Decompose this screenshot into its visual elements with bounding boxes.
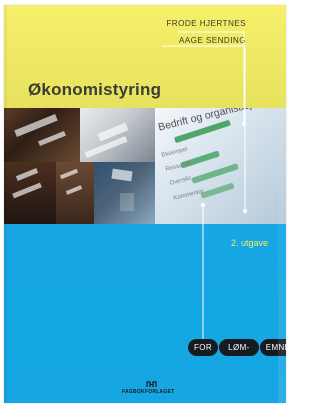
publisher-logo-icon — [146, 381, 158, 388]
courtroom-photo — [4, 108, 80, 162]
author-list: FRODE HJERTNES AAGE SENDING — [166, 18, 246, 47]
badge-segment: LØM- — [219, 339, 259, 356]
author-name: AAGE SENDING — [178, 36, 246, 45]
library-photo — [56, 162, 94, 224]
cover-edge — [278, 5, 286, 403]
photo-highlight — [120, 193, 134, 211]
book-cover-page: FRODE HJERTNES AAGE SENDING Økonomistyri… — [0, 0, 290, 407]
cover-blue-band — [4, 224, 286, 403]
photo-highlight — [38, 130, 66, 147]
photo-highlight — [84, 135, 128, 159]
photo-highlight — [65, 185, 83, 195]
cover-edge — [4, 5, 7, 403]
photo-highlight — [14, 114, 58, 137]
book-cover: FRODE HJERTNES AAGE SENDING Økonomistyri… — [4, 5, 286, 403]
book-title: Økonomistyring — [28, 80, 162, 99]
document-screen-photo: Bedrift og organisasjon Eksempel Ressurs… — [155, 108, 286, 224]
author-name: FRODE HJERTNES — [166, 19, 246, 28]
document-bar — [191, 163, 239, 184]
edition-label: 2. utgave — [230, 238, 268, 248]
photo-highlight — [15, 168, 39, 181]
scales-photo — [4, 162, 56, 224]
photo-highlight — [59, 168, 79, 180]
photo-highlight — [111, 168, 133, 182]
photo-highlight — [12, 182, 42, 199]
course-badge: FOR LØM- EMNET — [188, 339, 286, 356]
badge-segment: FOR — [188, 339, 219, 356]
publisher-name: FAGBOKFORLAGET — [122, 389, 175, 395]
business-person-photo — [94, 162, 155, 224]
paperwork-photo — [80, 108, 155, 162]
document-bar — [200, 182, 235, 199]
photo-collage: Bedrift og organisasjon Eksempel Ressurs… — [4, 108, 286, 224]
